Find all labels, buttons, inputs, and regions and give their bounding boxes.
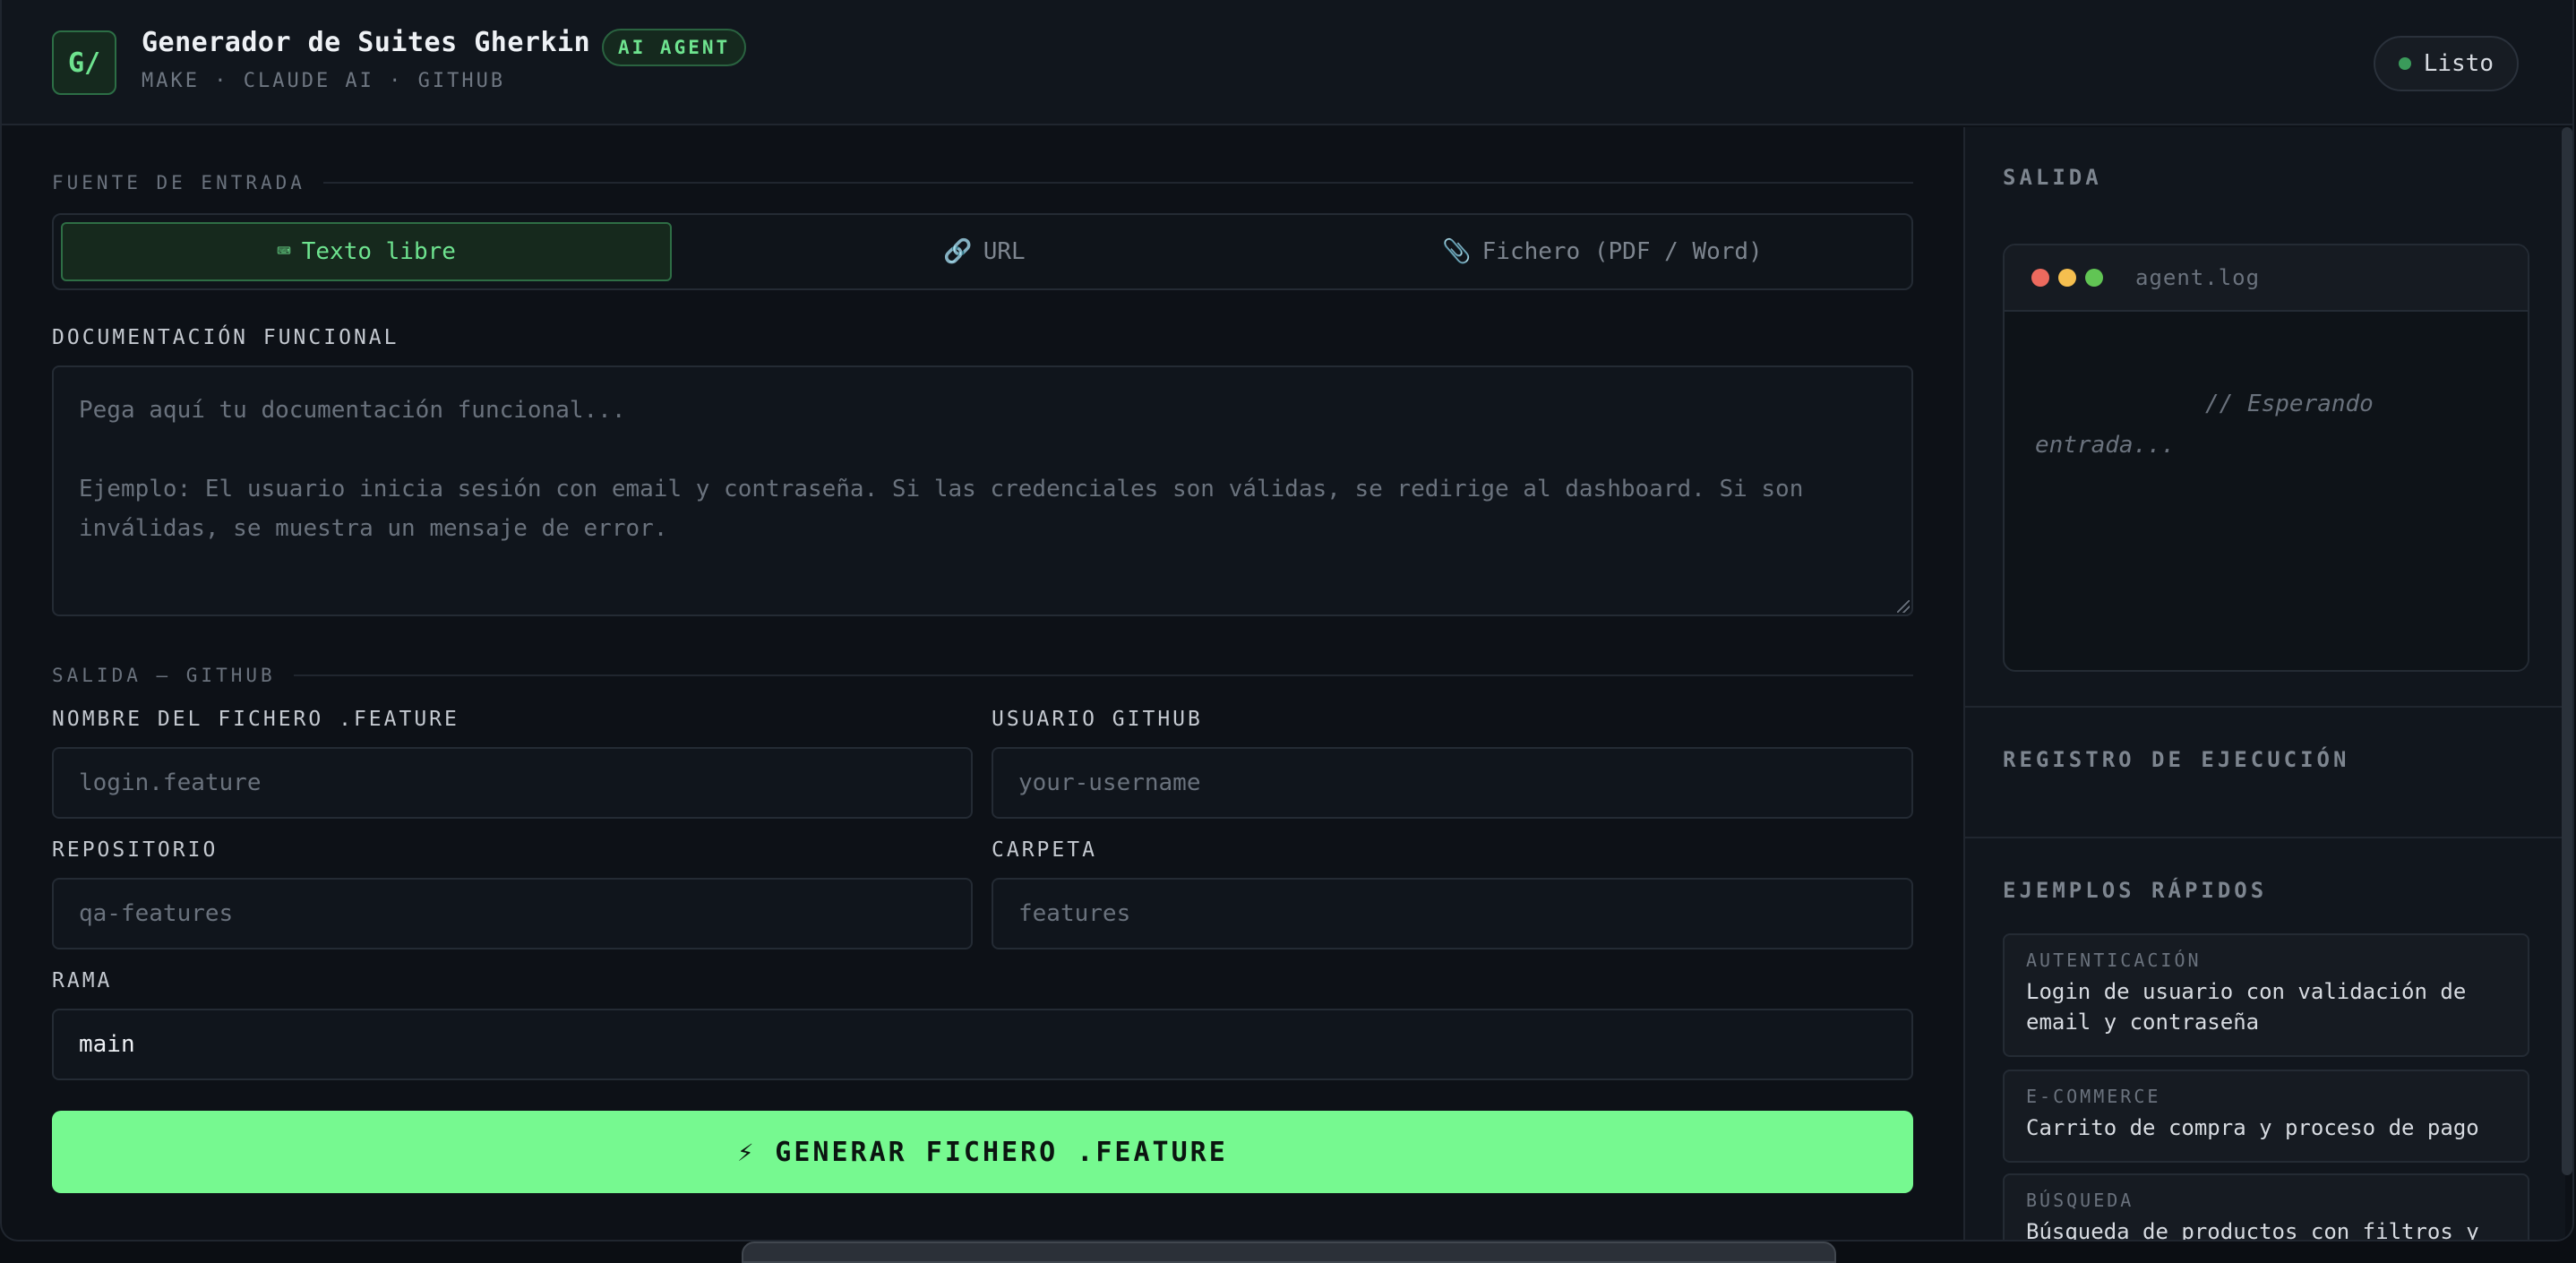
section-divider — [322, 182, 1913, 184]
close-dot-icon — [2031, 269, 2049, 287]
status-dot-icon — [2398, 57, 2411, 70]
output-title: SALIDA — [2003, 165, 2102, 190]
tab-label: URL — [983, 238, 1026, 265]
link-icon: 🔗 — [943, 238, 973, 265]
header: G/ Generador de Suites Gherkin AI AGENT … — [2, 0, 2572, 125]
tab-label: Fichero (PDF / Word) — [1481, 238, 1763, 265]
side-panel: SALIDA agent.log // Esperando entrada...… — [1963, 127, 2565, 1242]
folder-label: CARPETA — [992, 838, 1097, 862]
app-logo: G/ — [52, 30, 116, 95]
branch-input[interactable]: main — [52, 1009, 1913, 1080]
doc-textarea[interactable]: Pega aquí tu documentación funcional... … — [52, 365, 1913, 616]
doc-label: DOCUMENTACIÓN FUNCIONAL — [52, 326, 399, 349]
bottom-bar — [742, 1242, 1836, 1263]
tab-label: Texto libre — [301, 238, 456, 265]
side-divider — [1965, 706, 2565, 708]
paperclip-icon: 📎 — [1442, 238, 1472, 265]
tab-free-text[interactable]: ⌨ Texto libre — [61, 222, 672, 281]
examples-title: EJEMPLOS RÁPIDOS — [2003, 878, 2268, 903]
example-description: Login de usuario con validación de email… — [2026, 979, 2467, 1035]
scrollbar[interactable] — [2562, 127, 2572, 1175]
example-description: Carrito de compra y proceso de pago — [2026, 1115, 2479, 1140]
example-category: E-COMMERCE — [2026, 1086, 2161, 1107]
github-user-input[interactable]: your-username — [992, 747, 1913, 819]
log-output: // Esperando entrada... — [2005, 312, 2528, 466]
repo-label: REPOSITORIO — [52, 838, 219, 862]
app-window: G/ Generador de Suites Gherkin AI AGENT … — [0, 0, 2574, 1242]
section-divider — [293, 674, 1913, 676]
main-panel: FUENTE DE ENTRADA ⌨ Texto libre 🔗 URL 📎 … — [2, 127, 1963, 1240]
tab-url[interactable]: 🔗 URL — [679, 222, 1290, 281]
app-subtitle: MAKE · CLAUDE AI · GITHUB — [142, 70, 506, 92]
repo-input[interactable]: qa-features — [52, 878, 973, 949]
folder-input[interactable]: features — [992, 878, 1913, 949]
status-pill: Listo — [2373, 36, 2519, 91]
generate-button[interactable]: ⚡ GENERAR FICHERO .FEATURE — [52, 1111, 1913, 1193]
log-filename: agent.log — [2135, 265, 2261, 290]
github-user-label: USUARIO GITHUB — [992, 708, 1203, 731]
source-tabs: ⌨ Texto libre 🔗 URL 📎 Fichero (PDF / Wor… — [52, 213, 1913, 290]
terminal-titlebar: agent.log — [2005, 245, 2528, 312]
tab-file[interactable]: 📎 Fichero (PDF / Word) — [1297, 222, 1908, 281]
app-title: Generador de Suites Gherkin — [142, 27, 591, 58]
log-waiting-text: // Esperando entrada... — [2035, 391, 2374, 459]
input-source-section: FUENTE DE ENTRADA — [52, 172, 1913, 193]
example-category: AUTENTICACIÓN — [2026, 949, 2202, 971]
ai-agent-badge: AI AGENT — [602, 29, 747, 66]
example-category: BÚSQUEDA — [2026, 1190, 2134, 1211]
keyboard-icon: ⌨ — [277, 238, 291, 265]
agent-log-terminal: agent.log // Esperando entrada... — [2003, 244, 2529, 672]
filename-input[interactable]: login.feature — [52, 747, 973, 819]
example-card[interactable]: BÚSQUEDA Búsqueda de productos con filtr… — [2003, 1173, 2529, 1242]
run-log-title: REGISTRO DE EJECUCIÓN — [2003, 747, 2350, 772]
example-card[interactable]: AUTENTICACIÓN Login de usuario con valid… — [2003, 933, 2529, 1057]
side-divider — [1965, 837, 2565, 838]
example-description: Búsqueda de productos con filtros y — [2026, 1219, 2479, 1242]
input-source-title: FUENTE DE ENTRADA — [52, 172, 305, 193]
minimize-dot-icon — [2058, 269, 2076, 287]
branch-label: RAMA — [52, 969, 113, 992]
status-label: Listo — [2423, 50, 2494, 77]
maximize-dot-icon — [2085, 269, 2103, 287]
github-output-title: SALIDA — GITHUB — [52, 665, 276, 686]
resize-grip-icon[interactable] — [1897, 600, 1910, 613]
example-card[interactable]: E-COMMERCE Carrito de compra y proceso d… — [2003, 1070, 2529, 1163]
github-output-section: SALIDA — GITHUB — [52, 665, 1913, 686]
filename-label: NOMBRE DEL FICHERO .FEATURE — [52, 708, 459, 731]
